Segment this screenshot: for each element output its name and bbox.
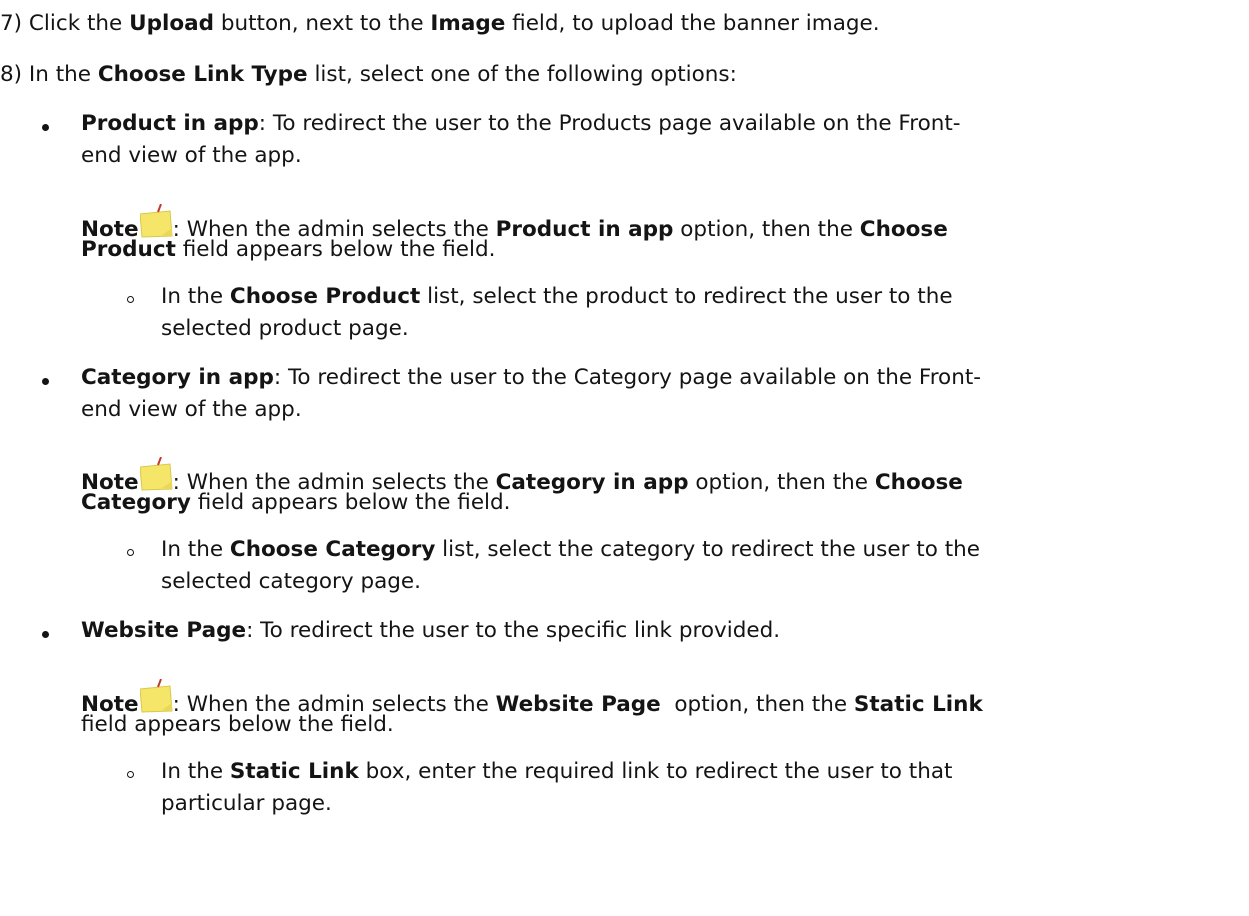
step-text: In the: [28, 62, 98, 87]
note-bold: Static Link: [853, 692, 983, 717]
option-desc-cont: end view of the app.: [81, 396, 302, 424]
note-text: option, then the: [660, 692, 854, 717]
bullet: [42, 124, 49, 131]
option-desc-cont: end view of the app.: [81, 142, 302, 170]
sub-text: In the: [161, 537, 230, 562]
option-desc: end view of the app.: [81, 143, 302, 168]
sub-cont: selected category page.: [161, 568, 421, 596]
sub-cont: selected product page.: [161, 315, 409, 343]
sub-text: selected category page.: [161, 569, 421, 594]
sub-text: particular page.: [161, 791, 332, 816]
sub-bold: Choose Product: [229, 284, 421, 309]
step-8: 8) In the Choose Link Type list, select …: [0, 61, 737, 89]
step-number: 7): [0, 11, 23, 36]
sub-bullet: [127, 549, 134, 556]
bullet: [42, 378, 49, 385]
step-text: button, next to the: [214, 11, 431, 36]
sub-text: list, select the category to redirect th…: [435, 537, 980, 562]
note-bold: Choose: [859, 217, 948, 242]
option-desc: : To redirect the user to the Category p…: [273, 365, 982, 390]
sticky-note-icon: [139, 204, 173, 238]
note-text: option, then the: [673, 217, 860, 242]
sub-bold: Choose Category: [229, 537, 436, 562]
note-bold: Category: [81, 490, 191, 515]
bullet: [42, 631, 49, 638]
step-text: list, select one of the following option…: [307, 62, 737, 87]
sub-text: In the: [161, 284, 230, 309]
sub-text: selected product page.: [161, 316, 409, 341]
choose-link-type-label: Choose Link Type: [97, 62, 308, 87]
sub-bold: Static Link: [229, 759, 359, 784]
upload-label: Upload: [129, 11, 214, 36]
sub-bullet: [127, 296, 134, 303]
step-7: 7) Click the Upload button, next to the …: [0, 10, 880, 38]
option-product-desc: Product in app: To redirect the user to …: [81, 110, 961, 138]
note-bold: Category in app: [495, 470, 689, 495]
option-title: Category in app: [81, 365, 274, 390]
sub-category: In the Choose Category list, select the …: [161, 536, 980, 564]
option-category-desc: Category in app: To redirect the user to…: [81, 364, 981, 392]
sub-cont: particular page.: [161, 790, 332, 818]
note-text: field appears below the field.: [190, 490, 511, 515]
step-number: 8): [0, 62, 23, 87]
option-website-desc: Website Page: To redirect the user to th…: [81, 617, 780, 645]
note-cont: Product field appears below the field.: [81, 236, 495, 264]
option-desc: : To redirect the user to the Products p…: [258, 111, 961, 136]
sticky-note-icon: [139, 457, 173, 491]
sub-bullet: [127, 771, 134, 778]
option-title: Product in app: [81, 111, 259, 136]
note-text: option, then the: [688, 470, 875, 495]
note-bold: Product: [81, 237, 176, 262]
note-bold: Choose: [874, 470, 963, 495]
option-desc: end view of the app.: [81, 397, 302, 422]
sub-product: In the Choose Product list, select the p…: [161, 283, 953, 311]
note-bold: Product in app: [495, 217, 674, 242]
note-cont: Category field appears below the field.: [81, 489, 511, 517]
note-text: field appears below the field.: [81, 712, 394, 737]
sub-text: box, enter the required link to redirect…: [358, 759, 953, 784]
sticky-note-icon: [139, 679, 173, 713]
option-desc: : To redirect the user to the specific l…: [246, 618, 781, 643]
image-label: Image: [430, 11, 506, 36]
sub-website: In the Static Link box, enter the requir…: [161, 758, 952, 786]
step-text: field, to upload the banner image.: [505, 11, 880, 36]
note-bold: Website Page: [495, 692, 661, 717]
sub-text: list, select the product to redirect the…: [420, 284, 953, 309]
sub-text: In the: [161, 759, 230, 784]
note-cont: field appears below the field.: [81, 711, 394, 739]
note-text: field appears below the field.: [175, 237, 496, 262]
step-text: Click the: [28, 11, 130, 36]
option-title: Website Page: [81, 618, 247, 643]
